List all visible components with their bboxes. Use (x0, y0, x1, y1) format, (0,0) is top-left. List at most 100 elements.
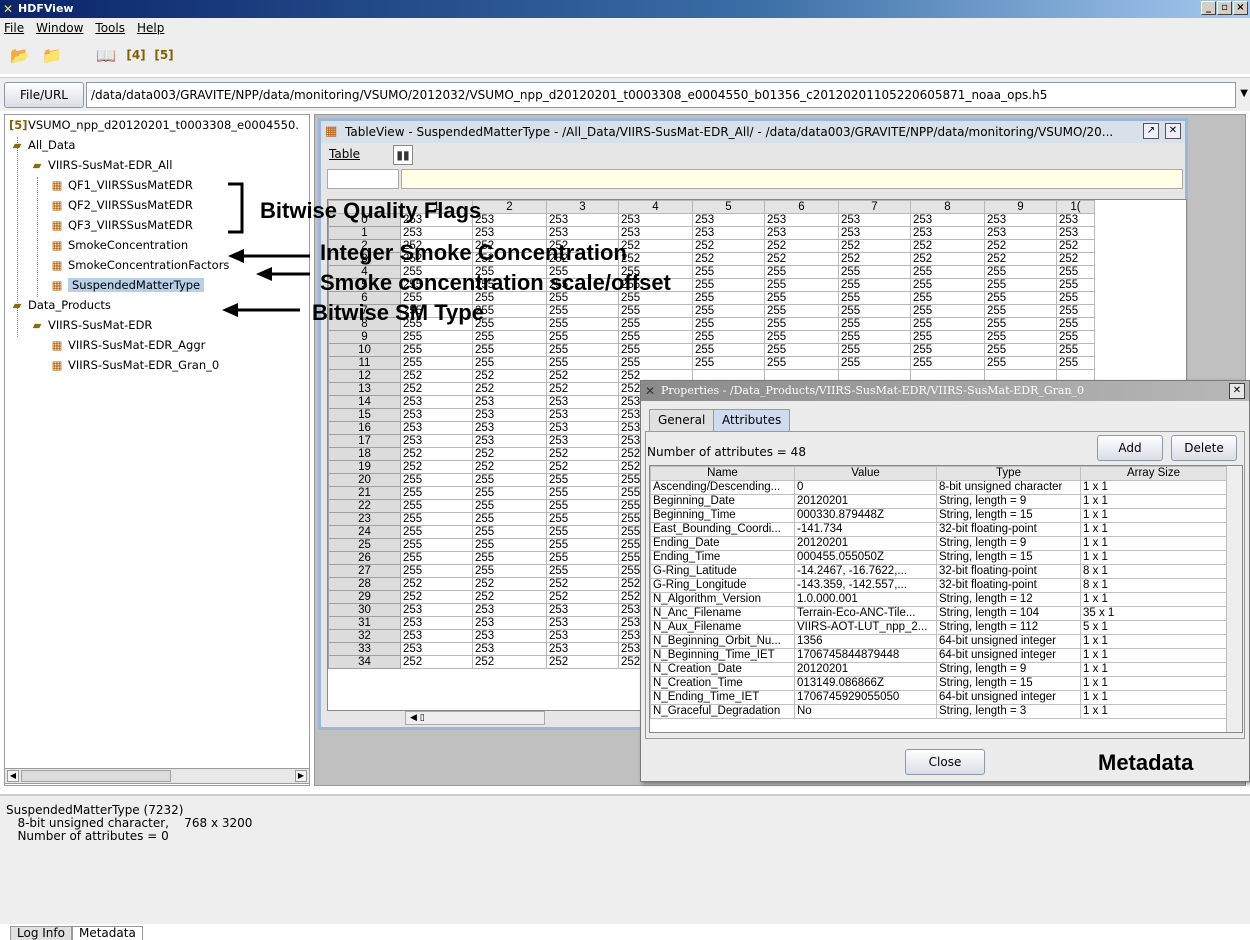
attribute-cell[interactable]: N_Aux_Filename (650, 620, 795, 635)
attribute-cell[interactable]: 0 (794, 480, 937, 495)
table-cell[interactable]: 253 (618, 226, 693, 240)
tree-dataset-smoke-factors[interactable]: ▦ SmokeConcentrationFactors (49, 255, 230, 275)
table-cell[interactable]: 253 (692, 226, 765, 240)
menu-window[interactable]: Window (36, 21, 83, 35)
table-cell[interactable]: 252 (838, 252, 911, 266)
row-header[interactable]: 21 (328, 486, 401, 500)
table-cell[interactable]: 253 (838, 213, 911, 227)
menu-tools[interactable]: Tools (95, 21, 125, 35)
url-input[interactable]: /data/data003/GRAVITE/NPP/data/monitorin… (86, 82, 1236, 108)
table-cell[interactable]: 255 (910, 356, 985, 370)
row-header[interactable]: 25 (328, 538, 401, 552)
table-cell[interactable]: 255 (546, 486, 619, 500)
table-cell[interactable]: 255 (618, 330, 693, 344)
table-cell[interactable]: 253 (400, 603, 473, 617)
attribute-column-header[interactable]: Type (936, 466, 1081, 481)
table-cell[interactable]: 255 (692, 304, 765, 318)
row-header[interactable]: 11 (328, 356, 401, 370)
table-cell[interactable]: 253 (764, 213, 839, 227)
attribute-cell[interactable]: Ending_Time (650, 550, 795, 565)
attribute-row[interactable]: Beginning_Time 000330.879448Z String, leng… (650, 508, 1227, 523)
attribute-cell[interactable]: 1 x 1 (1080, 494, 1227, 509)
attribute-cell[interactable]: N_Graceful_Degradation (650, 704, 795, 719)
table-cell[interactable]: 255 (472, 343, 547, 357)
table-cell[interactable]: 253 (400, 616, 473, 630)
table-cell[interactable]: 255 (618, 317, 693, 331)
table-cell[interactable]: 252 (400, 590, 473, 604)
attribute-row[interactable]: N_Beginning_Orbit_Nu... 1356 64-bit unsign… (650, 634, 1227, 649)
tab-log-info[interactable]: Log Info (10, 926, 72, 940)
table-cell[interactable]: 253 (1056, 213, 1095, 227)
table-cell[interactable]: 255 (546, 304, 619, 318)
table-cell[interactable]: 255 (984, 330, 1057, 344)
table-cell[interactable]: 253 (546, 603, 619, 617)
table-cell[interactable]: 253 (838, 226, 911, 240)
table-horizontal-scrollbar[interactable]: ◀ ▯ (405, 711, 545, 725)
attribute-cell[interactable]: 5 x 1 (1080, 620, 1227, 635)
table-cell[interactable]: 255 (546, 564, 619, 578)
table-cell[interactable]: 252 (910, 239, 985, 253)
table-cell[interactable]: 253 (546, 616, 619, 630)
tree-dataset-qf3[interactable]: ▦ QF3_VIIRSSusMatEDR (49, 215, 193, 235)
table-cell[interactable]: 255 (838, 356, 911, 370)
table-cell[interactable]: 255 (910, 304, 985, 318)
attribute-cell[interactable]: String, length = 112 (936, 620, 1081, 635)
table-cell[interactable]: 255 (400, 356, 473, 370)
attribute-cell[interactable]: Beginning_Date (650, 494, 795, 509)
table-cell[interactable]: 255 (472, 330, 547, 344)
table-cell[interactable]: 253 (472, 616, 547, 630)
attribute-cell[interactable]: 1706745929055050 (794, 690, 937, 705)
table-cell[interactable]: 255 (910, 317, 985, 331)
table-cell[interactable]: 252 (400, 655, 473, 669)
table-cell[interactable]: 253 (984, 213, 1057, 227)
delete-attribute-button[interactable]: Delete (1171, 435, 1237, 461)
table-cell[interactable]: 253 (400, 395, 473, 409)
table-cell[interactable]: 253 (618, 213, 693, 227)
maximize-button[interactable]: ▫ (1217, 1, 1232, 15)
attribute-cell[interactable]: String, length = 12 (936, 592, 1081, 607)
table-cell[interactable]: 255 (546, 512, 619, 526)
table-cell[interactable]: 255 (838, 343, 911, 357)
table-cell[interactable]: 253 (910, 226, 985, 240)
attribute-cell[interactable]: 013149.086866Z (794, 676, 937, 691)
attribute-cell[interactable]: 1 x 1 (1080, 522, 1227, 537)
table-cell[interactable]: 255 (764, 343, 839, 357)
table-cell[interactable]: 252 (838, 239, 911, 253)
row-header[interactable]: 23 (328, 512, 401, 526)
attribute-cell[interactable]: 64-bit unsigned integer (936, 634, 1081, 649)
table-cell[interactable]: 255 (764, 278, 839, 292)
row-header[interactable]: 14 (328, 395, 401, 409)
table-cell[interactable]: 255 (838, 317, 911, 331)
attribute-cell[interactable]: VIIRS-AOT-LUT_npp_2... (794, 620, 937, 635)
table-cell[interactable]: 252 (546, 577, 619, 591)
table-cell[interactable]: 255 (764, 356, 839, 370)
attributes-vertical-scrollbar[interactable] (1226, 466, 1242, 732)
attribute-cell[interactable]: 1 x 1 (1080, 634, 1227, 649)
attribute-cell[interactable]: 1 x 1 (1080, 662, 1227, 677)
column-header[interactable]: 4 (618, 200, 693, 214)
table-cell[interactable]: 253 (400, 629, 473, 643)
attribute-cell[interactable]: 32-bit floating-point (936, 564, 1081, 579)
table-cell[interactable]: 255 (910, 343, 985, 357)
table-cell[interactable]: 255 (692, 330, 765, 344)
row-header[interactable]: 9 (328, 330, 401, 344)
tree-dataset-qf1[interactable]: ▦ QF1_VIIRSSusMatEDR (49, 175, 193, 195)
table-cell[interactable]: 255 (618, 343, 693, 357)
url-dropdown-icon[interactable]: ▼ (1240, 88, 1248, 99)
row-header[interactable]: 13 (328, 382, 401, 396)
column-header[interactable]: 5 (692, 200, 765, 214)
table-cell[interactable]: 255 (472, 473, 547, 487)
table-cell[interactable]: 255 (838, 330, 911, 344)
minimize-button[interactable]: _ (1201, 1, 1216, 15)
table-cell[interactable]: 253 (546, 408, 619, 422)
tree-group-data-products[interactable]: ▰ Data_Products (9, 295, 111, 315)
open-file-icon[interactable]: 📂 (6, 42, 34, 68)
attribute-row[interactable]: N_Aux_Filename VIIRS-AOT-LUT_npp_2... Stri… (650, 620, 1227, 635)
close-window-button[interactable]: × (1233, 1, 1248, 15)
attribute-cell[interactable]: 20120201 (794, 494, 937, 509)
attribute-cell[interactable]: G-Ring_Latitude (650, 564, 795, 579)
table-cell[interactable]: 255 (1056, 317, 1095, 331)
table-cell[interactable]: 253 (546, 395, 619, 409)
table-cell[interactable]: 255 (400, 343, 473, 357)
table-cell[interactable]: 255 (764, 330, 839, 344)
